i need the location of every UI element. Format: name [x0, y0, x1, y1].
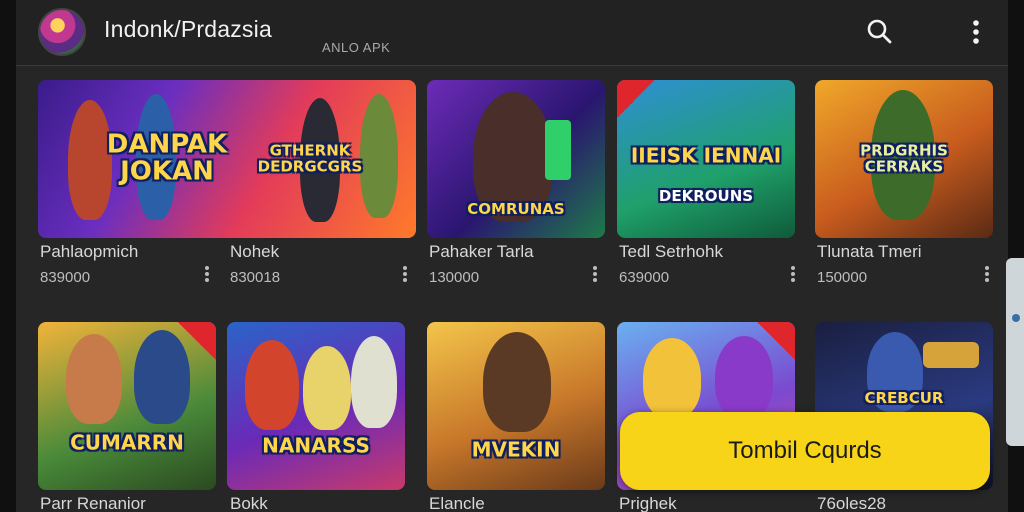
card-more-button[interactable]: [786, 264, 800, 286]
game-download-count: 150000: [817, 269, 868, 286]
game-title[interactable]: Elancle: [429, 494, 485, 512]
primary-action-button[interactable]: Tombil Cqurds: [620, 412, 990, 490]
thumbnail-title-art: NANARSS: [262, 433, 370, 458]
game-title[interactable]: 76oles28: [817, 494, 886, 512]
character-figure: [303, 346, 351, 430]
cannon-icon: [923, 342, 979, 368]
game-title[interactable]: Parr Renanior: [40, 494, 146, 512]
game-banner-image[interactable]: DANPAK JOKAN GTHERNK DEDRGCGRS: [38, 80, 416, 238]
more-vert-icon: [973, 20, 979, 44]
promo-ribbon: [617, 80, 655, 118]
app-subtitle: ANLO APK: [322, 40, 391, 55]
game-thumbnail[interactable]: NANARSS: [227, 322, 405, 490]
game-thumbnail[interactable]: IIEISK IENNAI DEKROUNS: [617, 80, 795, 238]
side-handle[interactable]: [1006, 258, 1024, 446]
search-button[interactable]: [862, 14, 898, 50]
thumbnail-title-art: IIEISK IENNAI: [630, 143, 782, 168]
screen-edge-left: [0, 0, 16, 512]
game-title[interactable]: Tedl Setrhohk: [619, 242, 723, 262]
banner-subtitle-art: GTHERNK DEDRGCGRS: [257, 141, 363, 175]
character-figure: [351, 336, 397, 428]
character-figure: [483, 332, 551, 432]
thumbnail-title-art: PRDGRHIS CERRAKS: [860, 141, 948, 175]
more-options-button[interactable]: [958, 14, 994, 50]
game-title[interactable]: Bokk: [230, 494, 268, 512]
gem-icon: [545, 120, 571, 180]
game-download-count: 830018: [230, 269, 281, 286]
thumbnail-title-art: COMRUNAS: [467, 199, 565, 218]
character-figure: [715, 336, 773, 418]
thumbnail-title-art: CUMARRN: [70, 430, 184, 455]
thumbnail-subtitle-art: DEKROUNS: [658, 187, 754, 206]
banner-title-art: DANPAK JOKAN: [106, 129, 228, 187]
game-thumbnail[interactable]: CUMARRN: [38, 322, 216, 490]
game-title[interactable]: Prighek: [619, 494, 677, 512]
game-thumbnail[interactable]: COMRUNAS: [427, 80, 605, 238]
app-window: Indonk/Prdazsia ANLO APK DANPAK JOKAN GT…: [16, 0, 1008, 512]
app-avatar-icon[interactable]: [38, 8, 86, 56]
app-title: Indonk/Prdazsia: [104, 16, 272, 42]
character-figure: [245, 340, 299, 430]
thumbnail-title-art: MVEKIN: [471, 437, 561, 462]
game-thumbnail[interactable]: MVEKIN: [427, 322, 605, 490]
card-more-button[interactable]: [588, 264, 602, 286]
game-title[interactable]: Nohek: [230, 242, 279, 262]
card-more-button[interactable]: [980, 264, 994, 286]
game-title[interactable]: Pahlaopmich: [40, 242, 138, 262]
character-figure: [643, 338, 701, 418]
card-more-button[interactable]: [398, 264, 412, 286]
game-title[interactable]: Tlunata Tmeri: [817, 242, 922, 262]
search-icon: [867, 19, 892, 44]
game-download-count: 639000: [619, 269, 670, 286]
game-title[interactable]: Pahaker Tarla: [429, 242, 534, 262]
top-app-bar: Indonk/Prdazsia ANLO APK: [16, 0, 1008, 66]
thumbnail-title-art: CREBCUR: [864, 389, 944, 408]
game-download-count: 839000: [40, 269, 91, 286]
game-thumbnail[interactable]: PRDGRHIS CERRAKS: [815, 80, 993, 238]
character-figure: [66, 334, 122, 424]
card-more-button[interactable]: [200, 264, 214, 286]
game-download-count: 130000: [429, 269, 480, 286]
character-figure: [134, 330, 190, 424]
